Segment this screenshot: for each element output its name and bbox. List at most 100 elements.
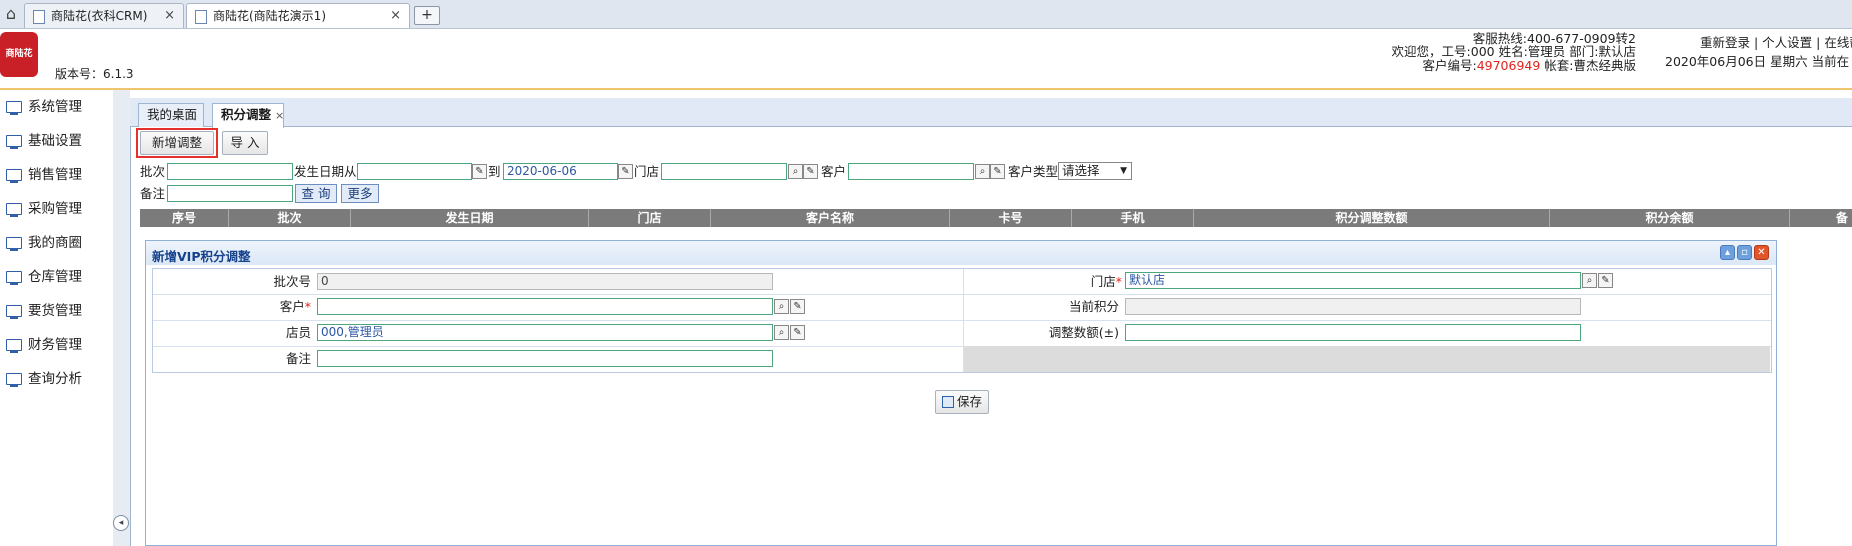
- current-points-field: [1125, 298, 1581, 315]
- tab-desktop[interactable]: 我的桌面: [138, 103, 204, 127]
- close-icon[interactable]: ×: [164, 4, 175, 28]
- label-text: 门店: [1090, 274, 1116, 289]
- col-adjust-amount[interactable]: 积分调整数额: [1194, 209, 1550, 227]
- store-field-label: 门店*: [1091, 274, 1122, 290]
- new-tab-button[interactable]: +: [414, 6, 440, 25]
- to-label: 到: [488, 164, 501, 179]
- monitor-icon: [6, 169, 22, 183]
- page-icon: [33, 10, 45, 24]
- browser-tab-label: 商陆花(商陆花演示1): [213, 9, 326, 23]
- date-from-label: 发生日期从: [294, 164, 357, 179]
- customer-type-select[interactable]: 请选择 ▼: [1058, 162, 1132, 180]
- col-date[interactable]: 发生日期: [351, 209, 589, 227]
- clerk-field[interactable]: 000,管理员: [317, 324, 773, 341]
- save-button[interactable]: 保存: [935, 390, 989, 414]
- sidebar-item-finance[interactable]: 财务管理: [6, 334, 82, 356]
- col-balance[interactable]: 积分余额: [1550, 209, 1790, 227]
- tab-label: 积分调整: [221, 107, 272, 122]
- sidebar-item-label: 财务管理: [28, 337, 82, 353]
- sidebar-item-label: 我的商圈: [28, 235, 82, 251]
- col-index[interactable]: 序号: [140, 209, 229, 227]
- monitor-icon: [6, 305, 22, 319]
- import-button[interactable]: 导 入: [222, 131, 268, 155]
- adjust-amount-field[interactable]: [1125, 324, 1581, 341]
- remark-input[interactable]: [167, 185, 293, 202]
- more-button[interactable]: 更多: [341, 184, 379, 203]
- sidebar-item-sales[interactable]: 销售管理: [6, 164, 82, 186]
- sidebar-item-label: 仓库管理: [28, 269, 82, 285]
- sidebar-item-query[interactable]: 查询分析: [6, 368, 82, 390]
- edit-icon[interactable]: ✎: [1598, 273, 1613, 288]
- sidebar-item-system[interactable]: 系统管理: [6, 96, 82, 118]
- close-icon[interactable]: ✕: [1754, 245, 1769, 260]
- close-icon[interactable]: ×: [390, 4, 401, 28]
- monitor-icon: [6, 135, 22, 149]
- column-divider: [963, 269, 964, 372]
- search-icon[interactable]: ⌕: [774, 299, 789, 314]
- edit-icon[interactable]: ✎: [990, 164, 1005, 179]
- calendar-edit-icon[interactable]: ✎: [472, 164, 487, 179]
- browser-tab-crm[interactable]: 商陆花(衣科CRM) ×: [24, 3, 184, 28]
- label-text: 客户: [279, 299, 305, 314]
- edit-icon[interactable]: ✎: [790, 325, 805, 340]
- monitor-icon: [6, 237, 22, 251]
- batch-no-label: 批次号: [273, 274, 311, 289]
- col-card-no[interactable]: 卡号: [950, 209, 1072, 227]
- customer-type-label: 客户类型: [1008, 164, 1059, 179]
- search-icon[interactable]: ⌕: [788, 164, 803, 179]
- package-text: 帐套:曹杰经典版: [1540, 58, 1636, 73]
- date-from-input[interactable]: [357, 163, 472, 180]
- sidebar-item-requisition[interactable]: 要货管理: [6, 300, 82, 322]
- adjust-amount-label: 调整数额(±): [1048, 325, 1119, 340]
- edit-icon[interactable]: ✎: [803, 164, 818, 179]
- current-points-label: 当前积分: [1068, 299, 1119, 314]
- store-input[interactable]: [661, 163, 787, 180]
- store-label: 门店: [634, 164, 660, 179]
- col-phone[interactable]: 手机: [1072, 209, 1194, 227]
- sidebar-splitter[interactable]: [113, 90, 130, 546]
- select-value: 请选择: [1062, 163, 1100, 178]
- sidebar-item-label: 查询分析: [28, 371, 82, 387]
- app-header: 商陆花 版本号：6.1.3 客服热线:400-677-0909转2 欢迎您，工号…: [0, 29, 1852, 90]
- header-links[interactable]: 重新登录 | 个人设置 | 在线帮: [1700, 32, 1852, 51]
- dropdown-arrow-icon: ▼: [1120, 166, 1127, 176]
- date-text: 2020年06月06日 星期六 当前在: [1665, 54, 1850, 69]
- close-icon[interactable]: ×: [275, 109, 284, 122]
- sidebar-item-warehouse[interactable]: 仓库管理: [6, 266, 82, 288]
- edit-icon[interactable]: ✎: [790, 299, 805, 314]
- home-icon[interactable]: ⌂: [0, 4, 22, 24]
- browser-tab-label: 商陆花(衣科CRM): [51, 9, 148, 23]
- page-tab-strip: [130, 98, 1852, 127]
- collapse-sidebar-icon[interactable]: ◂: [113, 515, 129, 531]
- save-label: 保存: [956, 394, 982, 409]
- minimize-icon[interactable]: ▴: [1720, 245, 1735, 260]
- date-to-input[interactable]: 2020-06-06: [503, 163, 618, 180]
- col-store[interactable]: 门店: [589, 209, 711, 227]
- sidebar-item-label: 要货管理: [28, 303, 82, 319]
- query-button[interactable]: 查 询: [295, 184, 337, 203]
- col-customer-name[interactable]: 客户名称: [711, 209, 950, 227]
- batch-input[interactable]: [167, 163, 293, 180]
- logo: 商陆花: [0, 32, 38, 77]
- search-icon[interactable]: ⌕: [1582, 273, 1597, 288]
- dialog-remark-field[interactable]: [317, 350, 773, 367]
- customer-field[interactable]: [317, 298, 773, 315]
- col-remark[interactable]: 备: [1790, 209, 1852, 227]
- maximize-icon[interactable]: ▫: [1737, 245, 1752, 260]
- sidebar-item-purchase[interactable]: 采购管理: [6, 198, 82, 220]
- tab-points-adjust[interactable]: 积分调整 ×: [212, 103, 284, 128]
- sidebar-item-basic[interactable]: 基础设置: [6, 130, 82, 152]
- required-mark: *: [304, 299, 311, 314]
- monitor-icon: [6, 271, 22, 285]
- dialog-titlebar: [146, 241, 1776, 265]
- sidebar-item-circle[interactable]: 我的商圈: [6, 232, 82, 254]
- search-icon[interactable]: ⌕: [975, 164, 990, 179]
- page-icon: [195, 10, 207, 24]
- browser-tab-demo[interactable]: 商陆花(商陆花演示1) ×: [186, 3, 410, 28]
- calendar-edit-icon[interactable]: ✎: [618, 164, 633, 179]
- col-batch[interactable]: 批次: [229, 209, 351, 227]
- store-field[interactable]: 默认店: [1125, 272, 1581, 289]
- monitor-icon: [6, 339, 22, 353]
- customer-input[interactable]: [848, 163, 974, 180]
- search-icon[interactable]: ⌕: [774, 325, 789, 340]
